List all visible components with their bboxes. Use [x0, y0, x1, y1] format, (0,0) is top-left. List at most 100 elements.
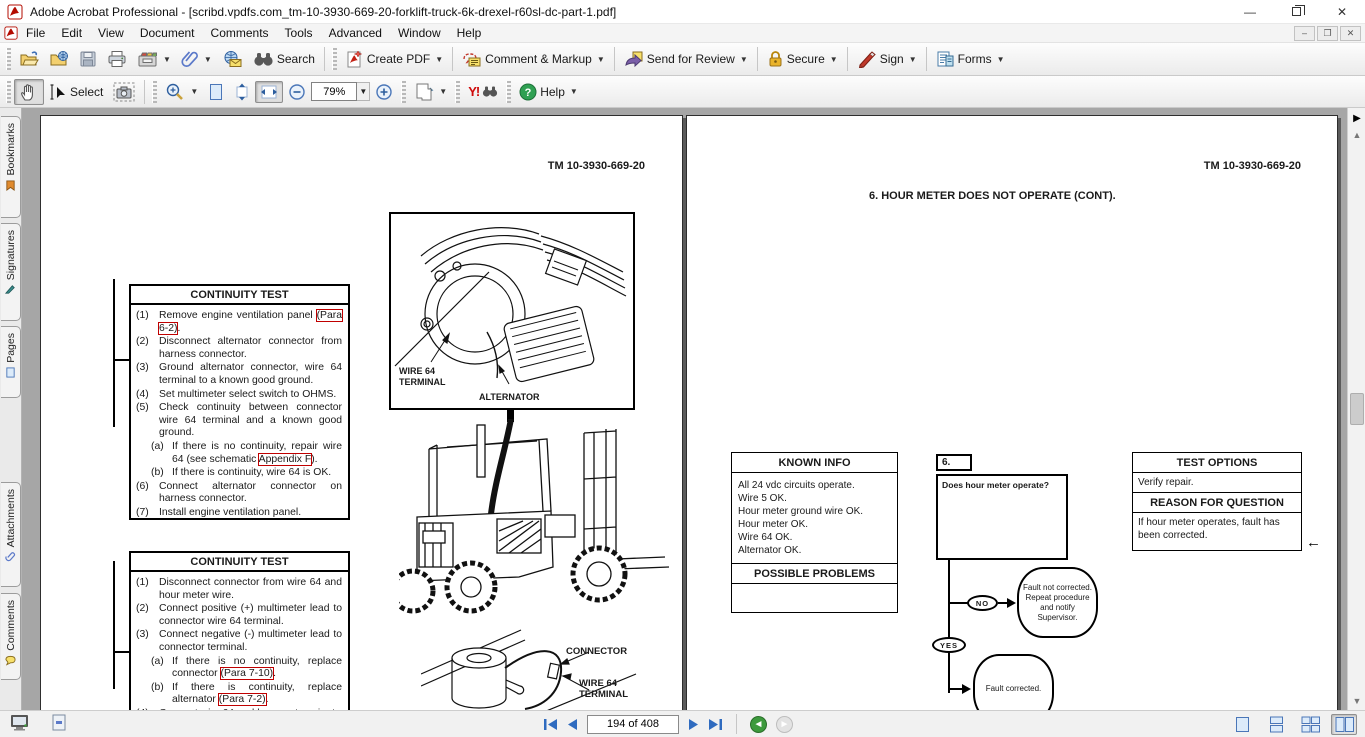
statusbar-separator — [736, 714, 737, 734]
menu-help[interactable]: Help — [449, 25, 490, 41]
doc-restore-button[interactable]: ❐ — [1317, 26, 1338, 41]
toolbar-grip[interactable] — [6, 48, 11, 70]
close-button[interactable]: ✕ — [1319, 0, 1365, 23]
tab-pages[interactable]: Pages — [1, 326, 21, 398]
step-text: If there is no continuity, repair wire 6… — [172, 441, 342, 466]
known-info-box: KNOWN INFO All 24 vdc circuits operate.W… — [731, 452, 898, 613]
flowchart-line — [950, 602, 968, 604]
svg-text:?: ? — [525, 87, 532, 99]
known-info-line: Hour meter ground wire OK. — [738, 505, 891, 518]
comment-markup-button[interactable]: Comment & Markup ▼ — [457, 47, 610, 71]
vertical-scrollbar[interactable]: ▶ ▲ ▼ — [1347, 108, 1365, 710]
connector-line — [113, 279, 115, 427]
possible-problems-empty — [732, 584, 897, 612]
organizer-button[interactable]: ▼ — [132, 47, 176, 71]
save-button[interactable] — [74, 47, 102, 71]
zoom-out-button[interactable] — [283, 80, 311, 104]
menu-edit[interactable]: Edit — [53, 25, 90, 41]
page-handle-icon — [51, 714, 67, 731]
last-page-button[interactable] — [708, 718, 723, 731]
menu-document[interactable]: Document — [132, 25, 203, 41]
flowchart-arrowhead — [1007, 598, 1016, 608]
page-number-input[interactable] — [587, 715, 679, 734]
toolbar-grip[interactable] — [332, 48, 337, 70]
first-page-button[interactable] — [543, 718, 558, 731]
print-button[interactable] — [102, 47, 132, 71]
send-for-review-button[interactable]: Send for Review ▼ — [619, 47, 753, 71]
minimize-button[interactable]: — — [1227, 0, 1273, 23]
dropdown-arrow-icon: ▼ — [190, 87, 198, 96]
zoom-tool-button[interactable]: ▼ — [160, 79, 203, 105]
search-button[interactable]: Search — [248, 48, 320, 70]
open-button[interactable] — [14, 47, 44, 71]
email-button[interactable] — [217, 47, 248, 71]
scroll-up-arrow[interactable]: ▲ — [1349, 128, 1365, 142]
next-page-button[interactable] — [688, 718, 699, 731]
toolbar-grip[interactable] — [506, 81, 511, 103]
forms-button[interactable]: Forms ▼ — [931, 47, 1010, 71]
toolbar-separator — [614, 47, 615, 71]
previous-view-button[interactable]: ◄ — [750, 716, 767, 733]
help-button[interactable]: ? Help ▼ — [514, 80, 583, 104]
step-text: Install engine ventilation panel. — [159, 507, 342, 520]
create-pdf-button[interactable]: Create PDF ▼ — [340, 47, 448, 72]
zoom-level-dropdown[interactable]: ▼ — [357, 82, 370, 101]
pdf-link-annotation[interactable]: Appendix F — [259, 454, 312, 465]
single-page-view-button[interactable] — [1229, 714, 1255, 735]
snapshot-tool-button[interactable] — [108, 79, 140, 105]
continuous-facing-view-button[interactable] — [1297, 714, 1323, 735]
sign-button[interactable]: Sign ▼ — [852, 47, 922, 71]
zoom-level-input[interactable] — [311, 82, 357, 101]
attach-button[interactable]: ▼ — [176, 47, 217, 71]
fit-width-button[interactable] — [255, 81, 283, 103]
test-options-option: Verify repair. — [1133, 473, 1301, 493]
tab-signatures-label: Signatures — [5, 230, 17, 280]
page-layout-handle[interactable] — [51, 714, 67, 734]
open-web-page-button[interactable] — [44, 47, 74, 71]
menu-file[interactable]: File — [18, 25, 53, 41]
scroll-down-arrow[interactable]: ▼ — [1349, 694, 1365, 708]
fit-height-button[interactable] — [229, 80, 255, 104]
fit-page-icon — [208, 83, 224, 101]
scrollbar-thumb[interactable] — [1350, 393, 1364, 425]
pdf-link-annotation[interactable]: (Para 7-10) — [221, 668, 274, 679]
acrobat-app-icon — [7, 4, 23, 20]
toolbar-grip[interactable] — [152, 81, 157, 103]
tab-bookmarks[interactable]: Bookmarks — [1, 116, 21, 218]
doc-close-button[interactable]: ✕ — [1340, 26, 1361, 41]
menu-view[interactable]: View — [90, 25, 132, 41]
acrobat-window: Adobe Acrobat Professional - [scribd.vpd… — [0, 0, 1365, 737]
toolbar-grip[interactable] — [401, 81, 406, 103]
continuous-view-button[interactable] — [1263, 714, 1289, 735]
tab-signatures[interactable]: Signatures — [1, 223, 21, 321]
comment-bubble-icon — [5, 655, 16, 666]
menu-comments[interactable]: Comments — [203, 25, 277, 41]
menu-window[interactable]: Window — [390, 25, 449, 41]
menu-tools[interactable]: Tools — [277, 25, 321, 41]
hand-tool-button[interactable] — [14, 79, 44, 105]
secure-button[interactable]: Secure ▼ — [762, 47, 843, 71]
doc-minimize-button[interactable]: – — [1294, 26, 1315, 41]
page-display-button[interactable]: ▼ — [409, 79, 452, 104]
facing-view-button[interactable] — [1331, 714, 1357, 735]
yahoo-toolbar-button[interactable]: Y! — [463, 81, 503, 102]
page-header-tm-number: TM 10-3930-669-20 — [1204, 160, 1301, 172]
create-pdf-label: Create PDF — [367, 52, 430, 66]
toolbar-grip[interactable] — [6, 81, 11, 103]
zoom-in-button[interactable] — [370, 80, 398, 104]
tab-attachments[interactable]: Attachments — [1, 482, 21, 587]
select-tool-button[interactable]: Select — [44, 80, 108, 104]
pane-toggle-arrow[interactable]: ▶ — [1349, 110, 1365, 126]
send-review-icon — [624, 50, 644, 68]
previous-page-button[interactable] — [567, 718, 578, 731]
document-canvas[interactable]: TM 10-3930-669-20 CONTINUITY TEST (1)Rem… — [22, 108, 1347, 710]
menu-advanced[interactable]: Advanced — [321, 25, 390, 41]
next-view-button[interactable]: ► — [776, 716, 793, 733]
screen-mode-button[interactable] — [10, 714, 29, 734]
toolbar-grip[interactable] — [455, 81, 460, 103]
flowchart-step-number: 6. — [936, 454, 972, 471]
fit-page-button[interactable] — [203, 80, 229, 104]
pdf-link-annotation[interactable]: (Para 7-2) — [219, 694, 266, 705]
tab-comments[interactable]: Comments — [1, 593, 21, 680]
restore-button[interactable] — [1273, 0, 1319, 23]
